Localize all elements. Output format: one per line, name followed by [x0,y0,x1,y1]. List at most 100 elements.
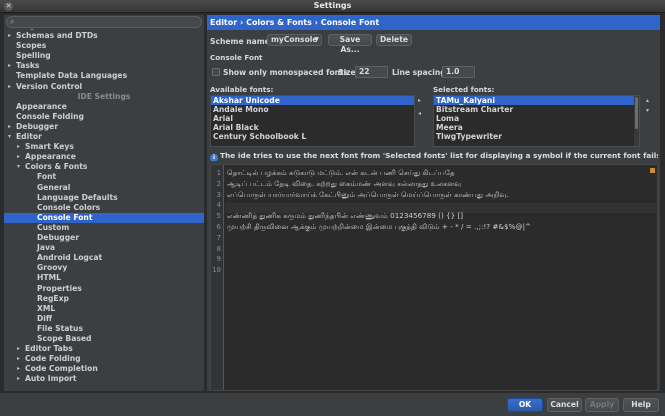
console-font-section-title: Console Font [210,53,263,62]
sidebar-item-scopes[interactable]: Scopes [4,41,204,51]
sidebar-item-code-folding[interactable]: ▸ Code Folding [4,354,204,364]
sidebar-item-font[interactable]: Font [4,172,204,182]
list-item[interactable]: Andale Mono [211,105,414,114]
line-spacing-field[interactable]: 1.0 [442,66,475,78]
sidebar-item-label: Auto Import [25,374,77,384]
sidebar-item-label: Colors & Fonts [25,162,88,172]
list-item[interactable]: TlwgTypewriter [434,132,639,141]
sidebar-item-label: Scopes [16,41,47,51]
sidebar-item-editor[interactable]: ▾ Editor [4,132,204,142]
sidebar-item-label: Editor Tabs [25,344,73,354]
list-item[interactable]: TAMu_Kalyani [434,96,639,105]
chevron-right-icon[interactable]: ▸ [17,364,20,374]
sidebar-item-regexp[interactable]: RegExp [4,294,204,304]
sidebar-item-general[interactable]: General [4,183,204,193]
sidebar-item-label: XML [37,303,56,313]
line-number: 4 [216,200,221,210]
ok-button[interactable]: OK [507,398,543,412]
monospaced-checkbox[interactable] [212,68,220,76]
available-fonts-list[interactable]: Akshar Unicode Andale Mono Arial Arial Blac… [210,95,415,147]
sidebar-item-spelling[interactable]: Spelling [4,51,204,61]
scheme-select[interactable]: myConsole ▼ [267,34,322,46]
list-item[interactable]: Meera [434,123,639,132]
sidebar-item-properties[interactable]: Properties [4,284,204,294]
sidebar-item-groovy[interactable]: Groovy [4,263,204,273]
sidebar-item-android-logcat[interactable]: Android Logcat [4,253,204,263]
scrollbar-thumb[interactable] [635,97,638,129]
sidebar-item-smart-keys[interactable]: ▸ Smart Keys [4,142,204,152]
sidebar-item-debugger[interactable]: Debugger [4,233,204,243]
sidebar-item-label: Tasks [16,61,40,71]
chevron-right-icon[interactable]: ▸ [8,31,11,41]
sidebar-item-label: Font [37,172,57,182]
sidebar-item-label: Version Control [16,81,83,91]
chevron-right-icon[interactable]: ▸ [8,82,11,92]
sidebar-item-code-completion[interactable]: ▸ Code Completion [4,364,204,374]
breadcrumb: Editor › Colors & Fonts › Console Font [207,15,660,30]
selected-fonts-scrollbar[interactable] [634,96,639,146]
preview-line: தொட்டில் பழக்கம் சுடுகாடு மட்டும். என் க… [227,168,455,177]
preview-line: ஆடிப் பட்டம் தேடி விதை. கற்றது கைம்மண் அ… [227,178,462,188]
sidebar-item-console-colors[interactable]: Console Colors [4,203,204,213]
settings-sidebar: ⌕ Plugins▸Schemas and DTDsScopesSpelling… [4,15,204,391]
section-header: IDE Settings [77,91,131,101]
sidebar-item-console-font[interactable]: Console Font [4,212,204,223]
add-font-icon[interactable]: ▸ [418,97,421,104]
sidebar-item-java[interactable]: Java [4,243,204,253]
title-bar: ✕ Settings [0,0,665,13]
list-item[interactable]: Arial Black [211,123,414,132]
font-preview-editor[interactable]: 1 2 3 4 5 6 7 8 9 10 தொட்டில் பழக்கம் சுடுகாடு மட… [210,164,658,391]
chevron-right-icon[interactable]: ▸ [8,122,11,132]
sidebar-item-appearance[interactable]: Appearance [4,102,204,112]
preview-line: எண்ணித் துணிக கருமம் துணிந்தபின் எண்ணுவம… [227,211,464,221]
sidebar-item-console-folding[interactable]: Console Folding [4,112,204,122]
sidebar-item-xml[interactable]: XML [4,304,204,314]
chevron-right-icon[interactable]: ▸ [17,152,20,162]
sidebar-item-label: File Status [37,323,83,333]
sidebar-item-plugins[interactable]: Plugins [4,29,204,30]
warning-marker-icon[interactable] [650,168,655,173]
selected-fonts-list[interactable]: TAMu_Kalyani Bitstream Charter Loma Meera Tl… [433,95,640,147]
delete-button[interactable]: Delete [376,34,412,46]
cancel-button[interactable]: Cancel [547,398,582,412]
chevron-right-icon[interactable]: ▸ [17,354,20,364]
sidebar-item-template-data-languages[interactable]: Template Data Languages [4,71,204,81]
sidebar-item-language-defaults[interactable]: Language Defaults [4,193,204,203]
sidebar-item-editor-tabs[interactable]: ▸ Editor Tabs [4,344,204,354]
list-item[interactable]: Akshar Unicode [211,96,414,105]
search-input[interactable]: ⌕ [6,16,202,28]
list-item[interactable]: Arial [211,114,414,123]
chevron-right-icon[interactable]: ▸ [17,374,20,384]
help-button[interactable]: Help [623,398,659,412]
chevron-right-icon[interactable]: ▸ [8,61,11,71]
chevron-down-icon[interactable]: ▾ [17,162,20,172]
sidebar-item-label: Appearance [25,152,76,162]
sidebar-item-custom[interactable]: Custom [4,223,204,233]
sidebar-item-auto-import[interactable]: ▸ Auto Import [4,374,204,384]
list-item[interactable]: Century Schoolbook L [211,132,414,141]
list-item[interactable]: Loma [434,114,639,123]
sidebar-item-label: Diff [37,313,53,323]
remove-font-icon[interactable]: ◂ [418,110,421,117]
move-down-icon[interactable]: ▾ [646,107,649,114]
sidebar-item-diff[interactable]: Diff [4,314,204,324]
list-item[interactable]: Bitstream Charter [434,105,639,114]
sidebar-item-schemas-and-dtds[interactable]: ▸ Schemas and DTDs [4,31,204,41]
scheme-select-value: myConsole [271,35,318,44]
chevron-right-icon[interactable]: ▸ [17,344,20,354]
sidebar-item-scope-based[interactable]: Scope Based [4,334,204,344]
chevron-right-icon[interactable]: ▸ [17,142,20,152]
size-field[interactable]: 22 [355,66,388,78]
apply-button[interactable]: Apply [585,398,619,412]
sidebar-item-file-status[interactable]: File Status [4,324,204,334]
sidebar-item-label: Groovy [37,263,68,273]
sidebar-item-html[interactable]: HTML [4,273,204,283]
sidebar-item-debugger[interactable]: ▸ Debugger [4,122,204,132]
chevron-down-icon[interactable]: ▾ [8,132,11,142]
save-as-button[interactable]: Save As... [328,34,372,54]
sidebar-item-version-control[interactable]: ▸ Version Control [4,82,204,92]
sidebar-item-tasks[interactable]: ▸ Tasks [4,61,204,71]
sidebar-item-colors-fonts[interactable]: ▾ Colors & Fonts [4,162,204,172]
sidebar-item-appearance[interactable]: ▸ Appearance [4,152,204,162]
move-up-icon[interactable]: ▴ [646,97,649,104]
